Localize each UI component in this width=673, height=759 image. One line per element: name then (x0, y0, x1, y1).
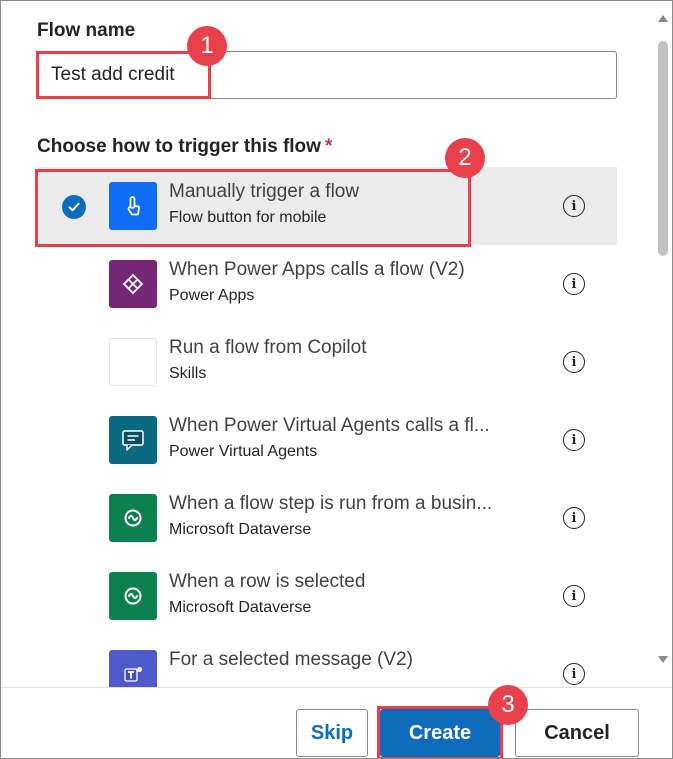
trigger-title: When Power Virtual Agents calls a fl... (169, 415, 490, 436)
trigger-title: When Power Apps calls a flow (V2) (169, 259, 465, 280)
info-icon[interactable]: i (563, 429, 585, 451)
trigger-subtitle: Microsoft Dataverse (169, 599, 312, 616)
info-icon[interactable]: i (563, 195, 585, 217)
info-icon[interactable]: i (563, 507, 585, 529)
annotation-highlight-create (377, 706, 503, 758)
trigger-option-power-apps[interactable]: When Power Apps calls a flow (V2) Power … (37, 245, 617, 323)
dialog-content: Flow name Choose how to trigger this flo… (1, 1, 653, 687)
dataverse-icon (109, 572, 157, 620)
trigger-label: Choose how to trigger this flow * (37, 136, 332, 158)
trigger-option-copilot[interactable]: Run a flow from Copilot Skills i (37, 323, 617, 401)
trigger-label-text: Choose how to trigger this flow (37, 136, 321, 157)
create-flow-dialog: Flow name Choose how to trigger this flo… (0, 0, 673, 759)
step-badge-1: 1 (187, 26, 227, 66)
flow-name-label: Flow name (37, 20, 136, 41)
annotation-highlight-trigger (35, 169, 471, 247)
trigger-option-business-process[interactable]: When a flow step is run from a busin... … (37, 479, 617, 557)
vertical-scrollbar[interactable] (653, 1, 672, 687)
info-icon[interactable]: i (563, 273, 585, 295)
scroll-up-arrow-icon[interactable] (658, 15, 668, 22)
trigger-subtitle: Power Virtual Agents (169, 443, 318, 460)
trigger-subtitle: Skills (169, 365, 207, 382)
scrollbar-thumb[interactable] (658, 41, 668, 256)
trigger-subtitle: Microsoft Dataverse (169, 521, 312, 538)
trigger-title: When a row is selected (169, 571, 366, 592)
step-badge-3: 3 (488, 685, 528, 725)
trigger-option-pva[interactable]: When Power Virtual Agents calls a fl... … (37, 401, 617, 479)
cancel-button[interactable]: Cancel (515, 709, 639, 757)
blank-icon (109, 338, 157, 386)
dataverse-icon (109, 494, 157, 542)
info-icon[interactable]: i (563, 351, 585, 373)
trigger-option-row-selected[interactable]: When a row is selected Microsoft Dataver… (37, 557, 617, 635)
annotation-highlight-flow-name (36, 51, 211, 99)
scroll-down-arrow-icon[interactable] (658, 656, 668, 663)
dialog-footer: Skip Create Cancel (1, 687, 672, 758)
trigger-title: For a selected message (V2) (169, 649, 413, 670)
chat-bubble-icon (109, 416, 157, 464)
skip-button[interactable]: Skip (296, 709, 368, 757)
teams-icon (109, 650, 157, 687)
trigger-title: Run a flow from Copilot (169, 337, 367, 358)
trigger-subtitle: Power Apps (169, 287, 255, 304)
power-apps-icon (109, 260, 157, 308)
required-marker: * (324, 136, 333, 157)
step-badge-2: 2 (445, 138, 485, 178)
info-icon[interactable]: i (563, 663, 585, 685)
trigger-option-selected-message[interactable]: For a selected message (V2) i (37, 635, 617, 687)
trigger-title: When a flow step is run from a busin... (169, 493, 493, 514)
info-icon[interactable]: i (563, 585, 585, 607)
